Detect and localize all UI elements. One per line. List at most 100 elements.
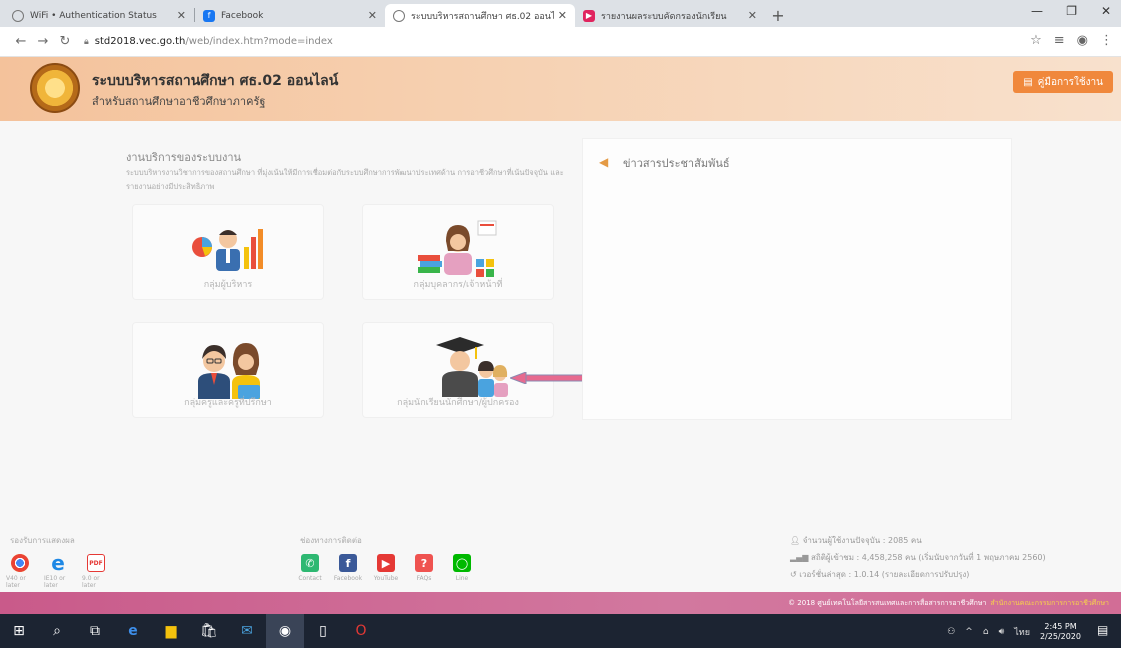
news-panel: ◀︎ ข่าวสารประชาสัมพันธ์ — [582, 138, 1012, 420]
tab-active-school-system[interactable]: ระบบบริหารสถานศึกษา ศธ.02 ออนไล ✕ — [385, 4, 575, 27]
taskbar-clock[interactable]: 2:45 PM 2/25/2020 — [1040, 622, 1081, 642]
line-icon: ◯ — [453, 554, 471, 572]
browser-pdf: PDF 9.0 or later — [82, 554, 110, 589]
url-path: /web/index.htm?mode=index — [185, 36, 333, 47]
lock-icon: 🔒︎ — [84, 36, 89, 47]
card-teachers[interactable]: กลุ่มครูและครูที่ปรึกษา — [132, 322, 324, 418]
new-tab-button[interactable]: + — [765, 4, 791, 27]
keyboard-language-icon[interactable]: ไทย — [1014, 625, 1030, 639]
copyright-link[interactable]: สำนักงานคณะกรรมการการอาชีวศึกษา — [990, 598, 1109, 609]
forward-icon[interactable]: → — [32, 34, 54, 49]
facebook-icon: f — [339, 554, 357, 572]
contact-youtube[interactable]: ▶ YouTube — [372, 554, 400, 582]
opera-icon[interactable]: O — [342, 614, 380, 648]
volume-icon[interactable]: 🔊︎ — [999, 627, 1005, 637]
close-icon[interactable]: ✕ — [558, 9, 567, 22]
globe-icon — [12, 9, 24, 22]
account-icon[interactable]: ◉ — [1077, 33, 1088, 48]
reload-icon[interactable]: ↻ — [54, 34, 76, 49]
contact-label: Contact — [298, 575, 322, 582]
youtube-icon: ▶ — [583, 9, 595, 22]
stat-text: เวอร์ชั่นล่าสุด : 1.0.14 (รายละเอียดการป… — [799, 570, 970, 579]
browser-actions: ☆ ≡ ◉ ⋮ — [1030, 33, 1113, 48]
store-icon[interactable]: 🛍︎ — [190, 614, 228, 648]
news-title: ข่าวสารประชาสัมพันธ์ — [623, 157, 730, 170]
back-icon[interactable]: ← — [10, 34, 32, 49]
stat-online-users: 👤︎ จำนวนผู้ใช้งานปัจจุบัน : 2085 คน — [790, 532, 1046, 549]
manual-button[interactable]: ▤ คู่มือการใช้งาน — [1013, 71, 1113, 93]
file-explorer-icon[interactable]: ▆ — [152, 614, 190, 648]
close-icon[interactable]: ✕ — [368, 9, 377, 22]
notepad-icon[interactable]: ▯ — [304, 614, 342, 648]
card-label: กลุ่มนักเรียนนักศึกษา/ผู้ปกครอง — [397, 398, 519, 408]
site-header: ระบบบริหารสถานศึกษา ศธ.02 ออนไลน์ สำหรับ… — [0, 57, 1121, 121]
minimize-icon[interactable]: — — [1031, 4, 1043, 18]
manual-button-label: คู่มือการใช้งาน — [1037, 76, 1103, 88]
menu-dots-icon[interactable]: ⋮ — [1100, 33, 1113, 48]
card-students-parents[interactable]: กลุ่มนักเรียนนักศึกษา/ผู้ปกครอง — [362, 322, 554, 418]
card-label: กลุ่มผู้บริหาร — [203, 280, 253, 290]
contact-phone[interactable]: ✆ Contact — [296, 554, 324, 582]
close-icon[interactable]: ✕ — [177, 9, 186, 22]
card-executives[interactable]: กลุ่มผู้บริหาร — [132, 204, 324, 300]
reading-list-icon[interactable]: ≡ — [1054, 33, 1065, 48]
tab-youtube-report[interactable]: ▶ รายงานผลระบบคัดกรองนักเรียน ✕ — [575, 4, 765, 27]
contact-facebook[interactable]: f Facebook — [334, 554, 362, 582]
copyright-bar: © 2018 ศูนย์เทคโนโลยีสารสนเทศและการสื่อส… — [0, 592, 1121, 614]
contact-channels: ✆ Contact f Facebook ▶ YouTube ? FAQs ◯ … — [296, 554, 476, 582]
executive-illustration-icon — [192, 229, 263, 271]
star-icon[interactable]: ☆ — [1030, 33, 1042, 48]
windows-start-icon[interactable]: ⊞ — [0, 614, 38, 648]
network-icon[interactable]: ⌂ — [983, 627, 989, 637]
close-icon[interactable]: ✕ — [748, 9, 757, 22]
stat-text: สถิติผู้เข้าชม : 4,458,258 คน (เริ่มนับจ… — [811, 553, 1046, 562]
ie-icon: e — [51, 551, 65, 575]
site-logo[interactable] — [30, 63, 80, 113]
stat-text: จำนวนผู้ใช้งานปัจจุบัน : 2085 คน — [802, 536, 922, 545]
facebook-icon: f — [203, 9, 215, 22]
contact-label: FAQs — [416, 575, 432, 582]
edge-icon[interactable]: e — [114, 614, 152, 648]
chrome-icon[interactable]: ◉ — [266, 614, 304, 648]
browsers-title: รองรับการแสดงผล — [10, 536, 75, 545]
window-close-icon[interactable]: ✕ — [1101, 4, 1111, 18]
chevron-up-icon[interactable]: ^ — [965, 627, 973, 637]
site-stats: 👤︎ จำนวนผู้ใช้งานปัจจุบัน : 2085 คน ▂▄▆ … — [790, 532, 1046, 583]
tab-facebook[interactable]: f Facebook ✕ — [195, 4, 385, 27]
contact-label: Line — [455, 575, 469, 582]
copyright-text: © 2018 ศูนย์เทคโนโลยีสารสนเทศและการสื่อส… — [788, 598, 987, 607]
stat-version[interactable]: ↺ เวอร์ชั่นล่าสุด : 1.0.14 (รายละเอียดกา… — [790, 566, 1046, 583]
tab-wifi-auth[interactable]: WiFi • Authentication Status ✕ — [4, 4, 194, 27]
teachers-illustration-icon — [198, 343, 260, 399]
maximize-icon[interactable]: ❐ — [1066, 4, 1077, 18]
globe-icon — [393, 9, 405, 22]
chrome-icon — [11, 554, 29, 572]
section-title: งานบริการของระบบงาน — [126, 151, 242, 164]
browser-label: 9.0 or later — [82, 575, 100, 589]
mail-icon[interactable]: ✉ — [228, 614, 266, 648]
book-icon: ▤ — [1023, 76, 1033, 88]
contact-label: YouTube — [373, 575, 399, 582]
chart-icon: ▂▄▆ — [790, 553, 811, 562]
browser-ie: e IE10 or later — [44, 551, 72, 589]
site-title: ระบบบริหารสถานศึกษา ศธ.02 ออนไลน์ — [92, 73, 339, 89]
notification-icon[interactable]: ▤ — [1097, 623, 1113, 639]
faq-icon: ? — [415, 554, 433, 572]
clock-date: 2/25/2020 — [1039, 632, 1081, 641]
staff-illustration-icon — [418, 220, 497, 277]
site-footer: รองรับการแสดงผล V40 or later e IE10 or l… — [0, 520, 1121, 592]
card-staff[interactable]: กลุ่มบุคลากร/เจ้าหน้าที่ — [362, 204, 554, 300]
tab-label: WiFi • Authentication Status — [30, 10, 157, 21]
system-tray: ⚇ ^ ⌂ 🔊︎ ไทย 2:45 PM 2/25/2020 — [947, 622, 1081, 642]
card-label: กลุ่มครูและครูที่ปรึกษา — [184, 398, 272, 408]
contact-faq[interactable]: ? FAQs — [410, 554, 438, 582]
url-field[interactable]: 🔒︎ std2018.vec.go.th /web/index.htm?mode… — [84, 36, 333, 47]
clock-time: 2:45 PM — [1044, 622, 1077, 631]
search-icon[interactable]: ⌕ — [38, 614, 76, 648]
windows-taskbar: ⊞ ⌕ ⧉ e ▆ 🛍︎ ✉ ◉ ▯ O ⚇ ^ ⌂ 🔊︎ ไทย 2:45 P… — [0, 614, 1121, 648]
people-icon[interactable]: ⚇ — [947, 627, 955, 637]
contact-line[interactable]: ◯ Line — [448, 554, 476, 582]
history-icon: ↺ — [790, 570, 800, 579]
user-icon: 👤︎ — [790, 536, 803, 545]
task-view-icon[interactable]: ⧉ — [76, 614, 114, 648]
